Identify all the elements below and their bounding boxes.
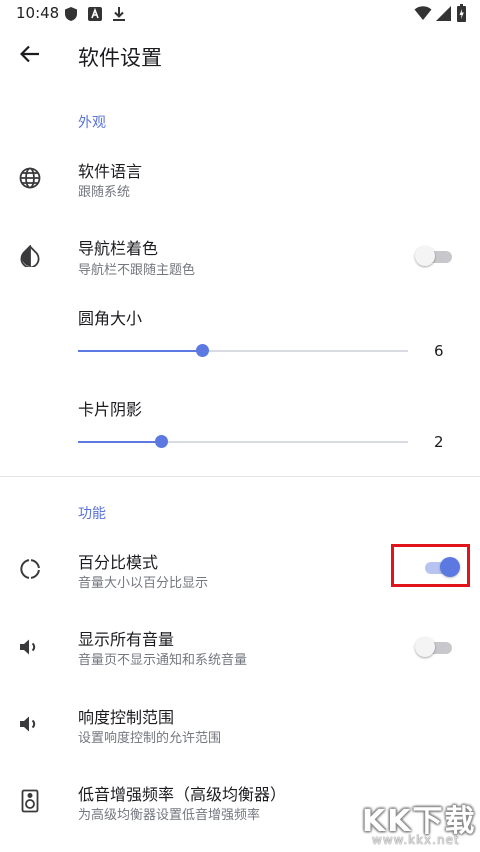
speaker-icon [18,789,42,813]
corner-radius-slider[interactable] [78,341,408,361]
slider-thumb[interactable] [195,344,209,357]
card-shadow-label: 卡片阴影 [78,400,143,419]
volume-icon [18,712,42,736]
page-title: 软件设置 [78,46,162,70]
wifi-icon [414,6,432,25]
setting-title: 软件语言 [78,162,143,181]
card-shadow-slider[interactable] [78,432,408,452]
download-icon [112,6,126,26]
setting-subtitle: 设置响度控制的允许范围 [78,731,222,746]
setting-title: 百分比模式 [78,553,159,572]
show-all-volumes-switch[interactable] [415,635,455,659]
setting-subtitle: 导航栏不跟随主题色 [78,263,196,278]
corner-radius-label: 圆角大小 [78,309,143,328]
setting-title: 导航栏着色 [78,239,159,258]
setting-subtitle: 音量页不显示通知和系统音量 [78,653,248,668]
setting-item-loudness-range[interactable]: 响度控制范围 设置响度控制的允许范围 [0,696,480,756]
slider-fill [78,441,161,443]
shield-icon [64,6,78,26]
section-header-appearance: 外观 [78,115,106,131]
section-divider [0,476,480,477]
volume-icon [18,635,42,659]
contrast-icon [18,244,42,268]
corner-radius-value: 6 [434,342,444,360]
setting-subtitle: 跟随系统 [78,185,131,200]
slider-fill [78,350,202,352]
circle-progress-icon [18,557,42,581]
card-shadow-value: 2 [434,433,444,451]
a-badge-icon [88,6,102,25]
setting-title: 低音增强频率（高级均衡器） [78,785,287,804]
setting-title: 显示所有音量 [78,630,175,649]
setting-item-navbar-tint[interactable]: 导航栏着色 导航栏不跟随主题色 [0,227,480,287]
setting-subtitle: 为高级均衡器设置低音增强频率 [78,808,261,823]
globe-icon [18,166,42,190]
highlight-box [391,544,470,587]
setting-item-show-all-volumes[interactable]: 显示所有音量 音量页不显示通知和系统音量 [0,618,480,678]
back-button[interactable] [14,40,46,72]
section-header-features: 功能 [78,506,106,522]
signal-icon [436,6,451,25]
battery-icon [457,4,466,26]
arrow-left-icon [19,45,40,67]
slider-thumb[interactable] [154,435,168,448]
setting-subtitle: 音量大小以百分比显示 [78,576,209,591]
status-time: 10:48 [16,4,60,22]
setting-item-language[interactable]: 软件语言 跟随系统 [0,150,480,210]
watermark-url: www.kkx.net [372,833,460,847]
setting-title: 响度控制范围 [78,708,175,727]
navbar-tint-switch[interactable] [415,244,455,268]
